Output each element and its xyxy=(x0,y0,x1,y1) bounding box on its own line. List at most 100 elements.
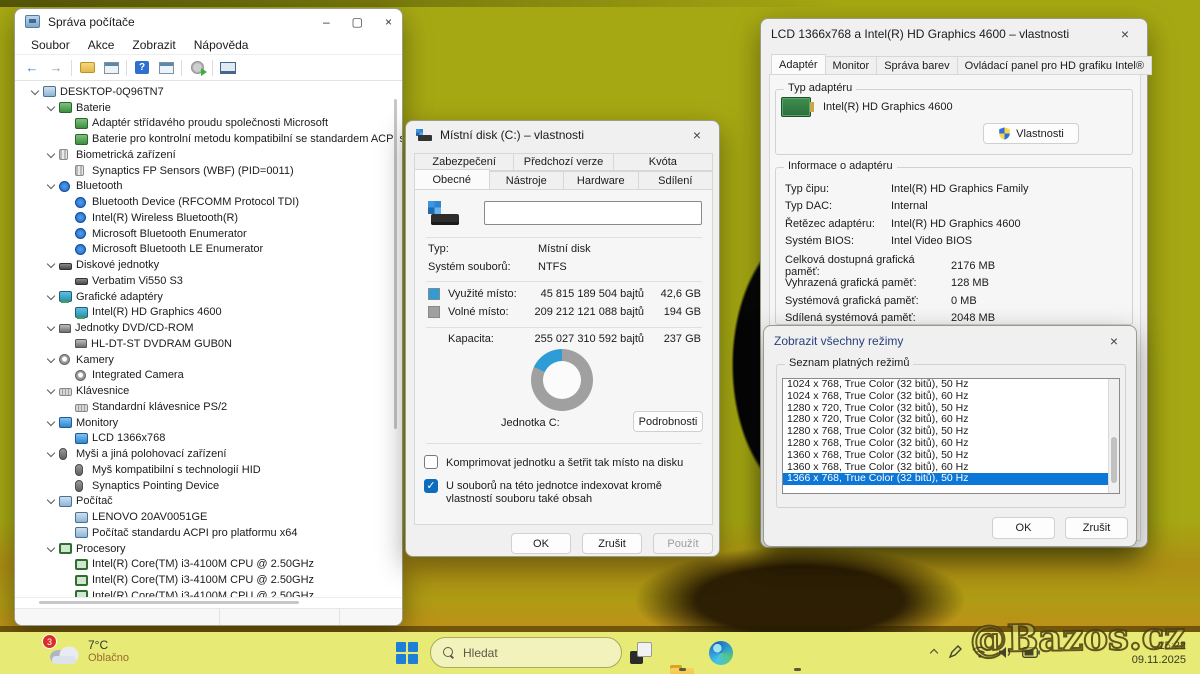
tab-sdílení[interactable]: Sdílení xyxy=(638,171,713,190)
collapse-chevron-icon[interactable] xyxy=(45,292,57,302)
collapse-chevron-icon[interactable] xyxy=(29,87,41,97)
tree-item[interactable]: Microsoft Bluetooth Enumerator xyxy=(15,226,402,242)
tree-item[interactable]: Adaptér střídavého proudu společnosti Mi… xyxy=(15,116,402,132)
collapse-chevron-icon[interactable] xyxy=(45,496,57,506)
tree-item[interactable]: Monitory xyxy=(15,415,402,431)
tree-item[interactable]: LCD 1366x768 xyxy=(15,431,402,447)
modes-cancel-button[interactable]: Zrušit xyxy=(1065,517,1128,539)
collapse-chevron-icon[interactable] xyxy=(45,418,57,428)
tree-vertical-scrollbar[interactable] xyxy=(394,99,397,429)
collapse-chevron-icon[interactable] xyxy=(45,355,57,365)
tree-item[interactable]: LENOVO 20AV0051GE xyxy=(15,509,402,525)
tree-item[interactable]: Synaptics FP Sensors (WBF) (PID=0011) xyxy=(15,163,402,179)
tree-item[interactable]: Grafické adaptéry xyxy=(15,289,402,305)
mode-list-item[interactable]: 1024 x 768, True Color (32 bitů), 60 Hz xyxy=(783,390,1119,403)
tab-kvóta[interactable]: Kvóta xyxy=(613,153,713,171)
tab-nástroje[interactable]: Nástroje xyxy=(489,171,564,190)
tab-adaptér[interactable]: Adaptér xyxy=(771,54,826,76)
close-button[interactable]: × xyxy=(385,15,392,29)
tab-obecné[interactable]: Obecné xyxy=(414,169,490,191)
tree-item[interactable]: Baterie pro kontrolní metodu kompatibiln… xyxy=(15,131,402,147)
tree-horizontal-scrollbar[interactable] xyxy=(15,598,402,608)
menu-item-nápověda[interactable]: Nápověda xyxy=(186,36,257,52)
disk-titlebar[interactable]: Místní disk (C:) – vlastnosti × xyxy=(406,121,719,149)
mode-list-item[interactable]: 1360 x 768, True Color (32 bitů), 50 Hz xyxy=(783,449,1119,462)
tree-item[interactable]: HL-DT-ST DVDRAM GUB0N xyxy=(15,336,402,352)
tree-item[interactable]: Klávesnice xyxy=(15,383,402,399)
tree-item[interactable]: Biometrická zařízení xyxy=(15,147,402,163)
tree-item[interactable]: Intel(R) HD Graphics 4600 xyxy=(15,305,402,321)
display-titlebar[interactable]: LCD 1366x768 a Intel(R) HD Graphics 4600… xyxy=(761,19,1147,49)
tree-item[interactable]: Intel(R) Core(TM) i3-4100M CPU @ 2.50GHz xyxy=(15,588,402,597)
tab-předchozí-verze[interactable]: Předchozí verze xyxy=(514,153,614,171)
ok-button[interactable]: OK xyxy=(511,533,571,554)
collapse-chevron-icon[interactable] xyxy=(45,181,57,191)
edge-browser-button[interactable] xyxy=(709,641,733,665)
tree-item[interactable]: Bluetooth Device (RFCOMM Protocol TDI) xyxy=(15,194,402,210)
weather-widget[interactable]: 3 xyxy=(42,634,82,666)
tree-item[interactable]: Baterie xyxy=(15,100,402,116)
tree-item[interactable]: Počítač standardu ACPI pro platformu x64 xyxy=(15,525,402,541)
collapse-chevron-icon[interactable] xyxy=(45,544,57,554)
tree-item[interactable]: Myš kompatibilní s technologií HID xyxy=(15,462,402,478)
modes-ok-button[interactable]: OK xyxy=(992,517,1055,539)
battery-icon[interactable] xyxy=(1022,646,1040,658)
tree-item[interactable]: Intel(R) Wireless Bluetooth(R) xyxy=(15,210,402,226)
tab-hardware[interactable]: Hardware xyxy=(564,171,639,190)
apply-button[interactable]: Použít xyxy=(653,533,713,554)
mode-list-item[interactable]: 1366 x 768, True Color (32 bitů), 50 Hz xyxy=(783,473,1119,486)
tab-ovládací-panel-pro-hd-grafiku-intel-[interactable]: Ovládací panel pro HD grafiku Intel® xyxy=(957,56,1152,75)
tray-overflow-chevron-icon[interactable] xyxy=(930,648,938,656)
adapter-properties-button[interactable]: Vlastnosti xyxy=(983,123,1079,144)
tree-item[interactable]: Intel(R) Core(TM) i3-4100M CPU @ 2.50GHz xyxy=(15,557,402,573)
cancel-button[interactable]: Zrušit xyxy=(582,533,642,554)
tree-item[interactable]: Diskové jednotky xyxy=(15,257,402,273)
collapse-chevron-icon[interactable] xyxy=(45,103,57,113)
speaker-icon[interactable] xyxy=(998,646,1012,659)
search-box[interactable]: Hledat xyxy=(430,637,622,668)
tree-item[interactable]: Integrated Camera xyxy=(15,368,402,384)
collapse-chevron-icon[interactable] xyxy=(45,386,57,396)
tree-item[interactable]: Počítač xyxy=(15,494,402,510)
index-checkbox[interactable]: ✓ xyxy=(424,479,438,493)
back-arrow-icon[interactable]: ← xyxy=(23,60,41,76)
minimize-button[interactable]: – xyxy=(323,15,330,29)
cm-titlebar[interactable]: Správa počítače – ▢ × xyxy=(15,9,402,34)
details-button[interactable]: Podrobnosti xyxy=(633,411,703,432)
tab-správa-barev[interactable]: Správa barev xyxy=(877,56,958,75)
properties-window-icon[interactable] xyxy=(158,61,174,74)
pen-icon[interactable] xyxy=(948,645,962,659)
show-window-icon[interactable] xyxy=(103,61,119,74)
wifi-icon[interactable] xyxy=(972,646,988,658)
collapse-chevron-icon[interactable] xyxy=(45,150,57,160)
collapse-chevron-icon[interactable] xyxy=(45,260,57,270)
task-view-button[interactable] xyxy=(630,642,652,664)
tree-item[interactable]: Synaptics Pointing Device xyxy=(15,478,402,494)
tree-item[interactable]: Intel(R) Core(TM) i3-4100M CPU @ 2.50GHz xyxy=(15,572,402,588)
menu-item-soubor[interactable]: Soubor xyxy=(23,36,78,52)
modes-titlebar[interactable]: Zobrazit všechny režimy × xyxy=(764,326,1136,356)
clock[interactable]: 15:22 09.11.2025 xyxy=(1132,639,1186,667)
tree-item[interactable]: Bluetooth xyxy=(15,179,402,195)
refresh-action-icon[interactable] xyxy=(190,61,207,76)
tree-item[interactable]: DESKTOP-0Q96TN7 xyxy=(15,84,402,100)
close-icon[interactable]: × xyxy=(1113,26,1137,42)
export-list-icon[interactable] xyxy=(79,62,95,73)
collapse-chevron-icon[interactable] xyxy=(45,449,57,459)
start-button[interactable] xyxy=(396,642,418,664)
compress-checkbox[interactable] xyxy=(424,455,438,469)
mode-list-item[interactable]: 1280 x 768, True Color (32 bitů), 60 Hz xyxy=(783,437,1119,450)
tree-item[interactable]: Jednotky DVD/CD-ROM xyxy=(15,320,402,336)
menu-item-zobrazit[interactable]: Zobrazit xyxy=(124,36,183,52)
tree-item[interactable]: Myši a jiná polohovací zařízení xyxy=(15,446,402,462)
console-icon[interactable] xyxy=(220,61,236,74)
forward-arrow-icon[interactable]: → xyxy=(47,60,65,76)
modes-scrollbar[interactable] xyxy=(1108,379,1119,493)
close-icon[interactable]: × xyxy=(1102,333,1126,349)
tree-item[interactable]: Verbatim Vi550 S3 xyxy=(15,273,402,289)
menu-item-akce[interactable]: Akce xyxy=(80,36,123,52)
close-icon[interactable]: × xyxy=(685,127,709,143)
help-icon[interactable]: ? xyxy=(135,61,149,74)
volume-name-input[interactable] xyxy=(484,201,702,225)
tree-item[interactable]: Standardní klávesnice PS/2 xyxy=(15,399,402,415)
